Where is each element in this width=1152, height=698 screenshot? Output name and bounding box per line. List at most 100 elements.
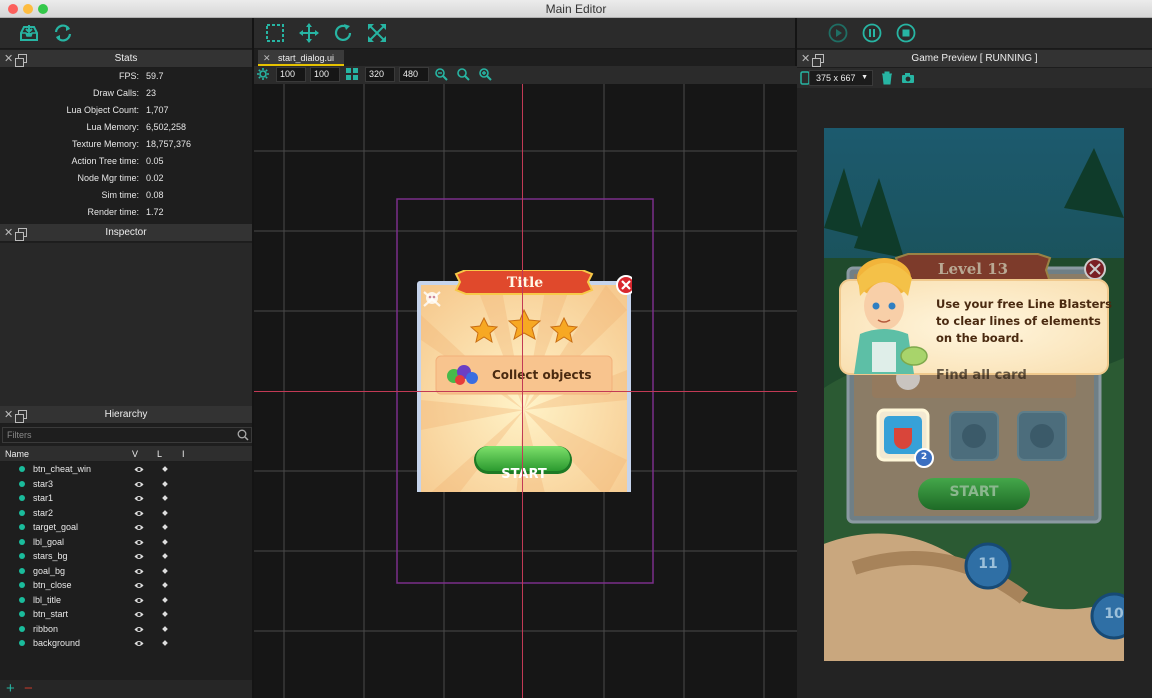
close-window-button[interactable]	[8, 4, 18, 14]
hierarchy-row[interactable]: btn_cheat_win	[0, 462, 252, 477]
column-locked[interactable]: L	[157, 446, 162, 462]
hierarchy-row[interactable]: btn_start	[0, 607, 252, 622]
gear-icon[interactable]	[256, 67, 270, 81]
zoom-in-icon[interactable]	[478, 67, 492, 81]
minimize-window-button[interactable]	[23, 4, 33, 14]
refresh-button[interactable]	[52, 22, 74, 44]
undock-panel-icon[interactable]	[15, 410, 27, 423]
marquee-select-icon	[266, 24, 284, 42]
eye-icon[interactable]	[134, 539, 144, 546]
lock-icon[interactable]	[162, 596, 168, 603]
hierarchy-row[interactable]: lbl_goal	[0, 535, 252, 550]
zoom-out-icon[interactable]	[434, 67, 448, 81]
hierarchy-row[interactable]: stars_bg	[0, 549, 252, 564]
preview-goal-label: Find all card	[936, 368, 1027, 383]
column-i[interactable]: I	[182, 446, 185, 462]
stat-label: Sim time:	[101, 190, 139, 200]
height-input[interactable]: 480	[399, 67, 429, 82]
add-node-button[interactable]: +	[6, 680, 15, 697]
lock-icon[interactable]	[162, 480, 168, 487]
remove-node-button[interactable]: −	[24, 680, 33, 697]
close-panel-icon[interactable]: ✕	[4, 50, 13, 68]
preview-toolbar	[797, 18, 1152, 49]
eye-icon[interactable]	[134, 495, 144, 502]
position-x-input[interactable]: 100	[276, 67, 306, 82]
scale-tool-button[interactable]	[366, 22, 388, 44]
node-name: goal_bg	[33, 565, 66, 576]
rotate-icon	[334, 24, 352, 42]
game-preview-screen[interactable]: Level 13 Find all card Use your free Lin…	[824, 128, 1124, 661]
trash-icon[interactable]	[881, 71, 893, 85]
eye-icon[interactable]	[134, 481, 144, 488]
eye-icon[interactable]	[134, 524, 144, 531]
close-panel-icon[interactable]: ✕	[801, 50, 810, 68]
eye-icon[interactable]	[134, 466, 144, 473]
undock-panel-icon[interactable]	[15, 228, 27, 241]
eye-icon[interactable]	[134, 640, 144, 647]
stat-label: Lua Object Count:	[66, 105, 139, 115]
lock-icon[interactable]	[162, 524, 168, 530]
lock-icon[interactable]	[162, 625, 168, 632]
lock-icon[interactable]	[162, 538, 168, 545]
start-button-label[interactable]: START	[476, 467, 572, 482]
lock-icon[interactable]	[162, 567, 168, 574]
close-panel-icon[interactable]: ✕	[4, 224, 13, 242]
play-button[interactable]	[827, 22, 849, 44]
hierarchy-row[interactable]: ribbon	[0, 622, 252, 637]
camera-icon[interactable]	[901, 72, 915, 84]
dialog-title: Title	[506, 275, 544, 291]
eye-icon[interactable]	[134, 597, 144, 604]
eye-icon[interactable]	[134, 626, 144, 633]
hierarchy-row[interactable]: star2	[0, 506, 252, 521]
preview-start-button[interactable]: START	[918, 484, 1030, 500]
lock-icon[interactable]	[162, 582, 168, 588]
play-icon	[828, 23, 848, 43]
eye-icon[interactable]	[134, 611, 144, 618]
lock-icon[interactable]	[162, 509, 168, 516]
undock-panel-icon[interactable]	[812, 54, 824, 67]
stats-panel-header: ✕ Stats	[0, 50, 252, 68]
window-titlebar: Main Editor	[0, 0, 1152, 18]
grid-icon[interactable]	[345, 67, 359, 81]
eye-icon[interactable]	[134, 582, 144, 589]
zoom-reset-icon[interactable]	[456, 67, 470, 81]
zoom-window-button[interactable]	[38, 4, 48, 14]
stats-list: FPS: 59.7 Draw Calls: 23 Lua Object Count:…	[0, 68, 252, 221]
position-y-input[interactable]: 100	[310, 67, 340, 82]
stat-value: 0.02	[146, 173, 164, 183]
resolution-select[interactable]: 375 x 667 ▼	[809, 70, 873, 86]
hierarchy-row[interactable]: btn_close	[0, 578, 252, 593]
pause-button[interactable]	[861, 22, 883, 44]
lock-icon[interactable]	[162, 466, 168, 472]
lock-icon[interactable]	[162, 640, 168, 646]
column-visible[interactable]: V	[132, 446, 138, 462]
select-tool-button[interactable]	[264, 22, 286, 44]
close-panel-icon[interactable]: ✕	[4, 406, 13, 424]
hierarchy-filter-input[interactable]: Filters	[2, 427, 252, 443]
hierarchy-row[interactable]: target_goal	[0, 520, 252, 535]
stat-row: Render time: 1.72	[0, 204, 252, 221]
lock-icon[interactable]	[162, 553, 168, 559]
hierarchy-row[interactable]: background	[0, 636, 252, 651]
width-input[interactable]: 320	[365, 67, 395, 82]
undock-panel-icon[interactable]	[15, 54, 27, 67]
eye-icon[interactable]	[134, 568, 144, 575]
eye-icon[interactable]	[134, 553, 144, 560]
column-name[interactable]: Name	[5, 446, 29, 462]
tab-close-icon[interactable]: ✕	[263, 50, 271, 66]
node-name: star3	[33, 478, 54, 489]
move-tool-button[interactable]	[298, 22, 320, 44]
eye-icon[interactable]	[134, 510, 144, 517]
search-icon	[237, 429, 249, 441]
stop-button[interactable]	[895, 22, 917, 44]
hierarchy-row[interactable]: star1	[0, 491, 252, 506]
tab-start-dialog[interactable]: ✕ start_dialog.ui	[258, 50, 345, 66]
open-project-button[interactable]	[18, 22, 40, 44]
lock-icon[interactable]	[162, 495, 168, 501]
hierarchy-row[interactable]: goal_bg	[0, 564, 252, 579]
editor-canvas[interactable]: Title Collect objects START	[254, 84, 797, 698]
hierarchy-row[interactable]: star3	[0, 477, 252, 492]
hierarchy-row[interactable]: lbl_title	[0, 593, 252, 608]
rotate-tool-button[interactable]	[332, 22, 354, 44]
lock-icon[interactable]	[162, 611, 168, 617]
